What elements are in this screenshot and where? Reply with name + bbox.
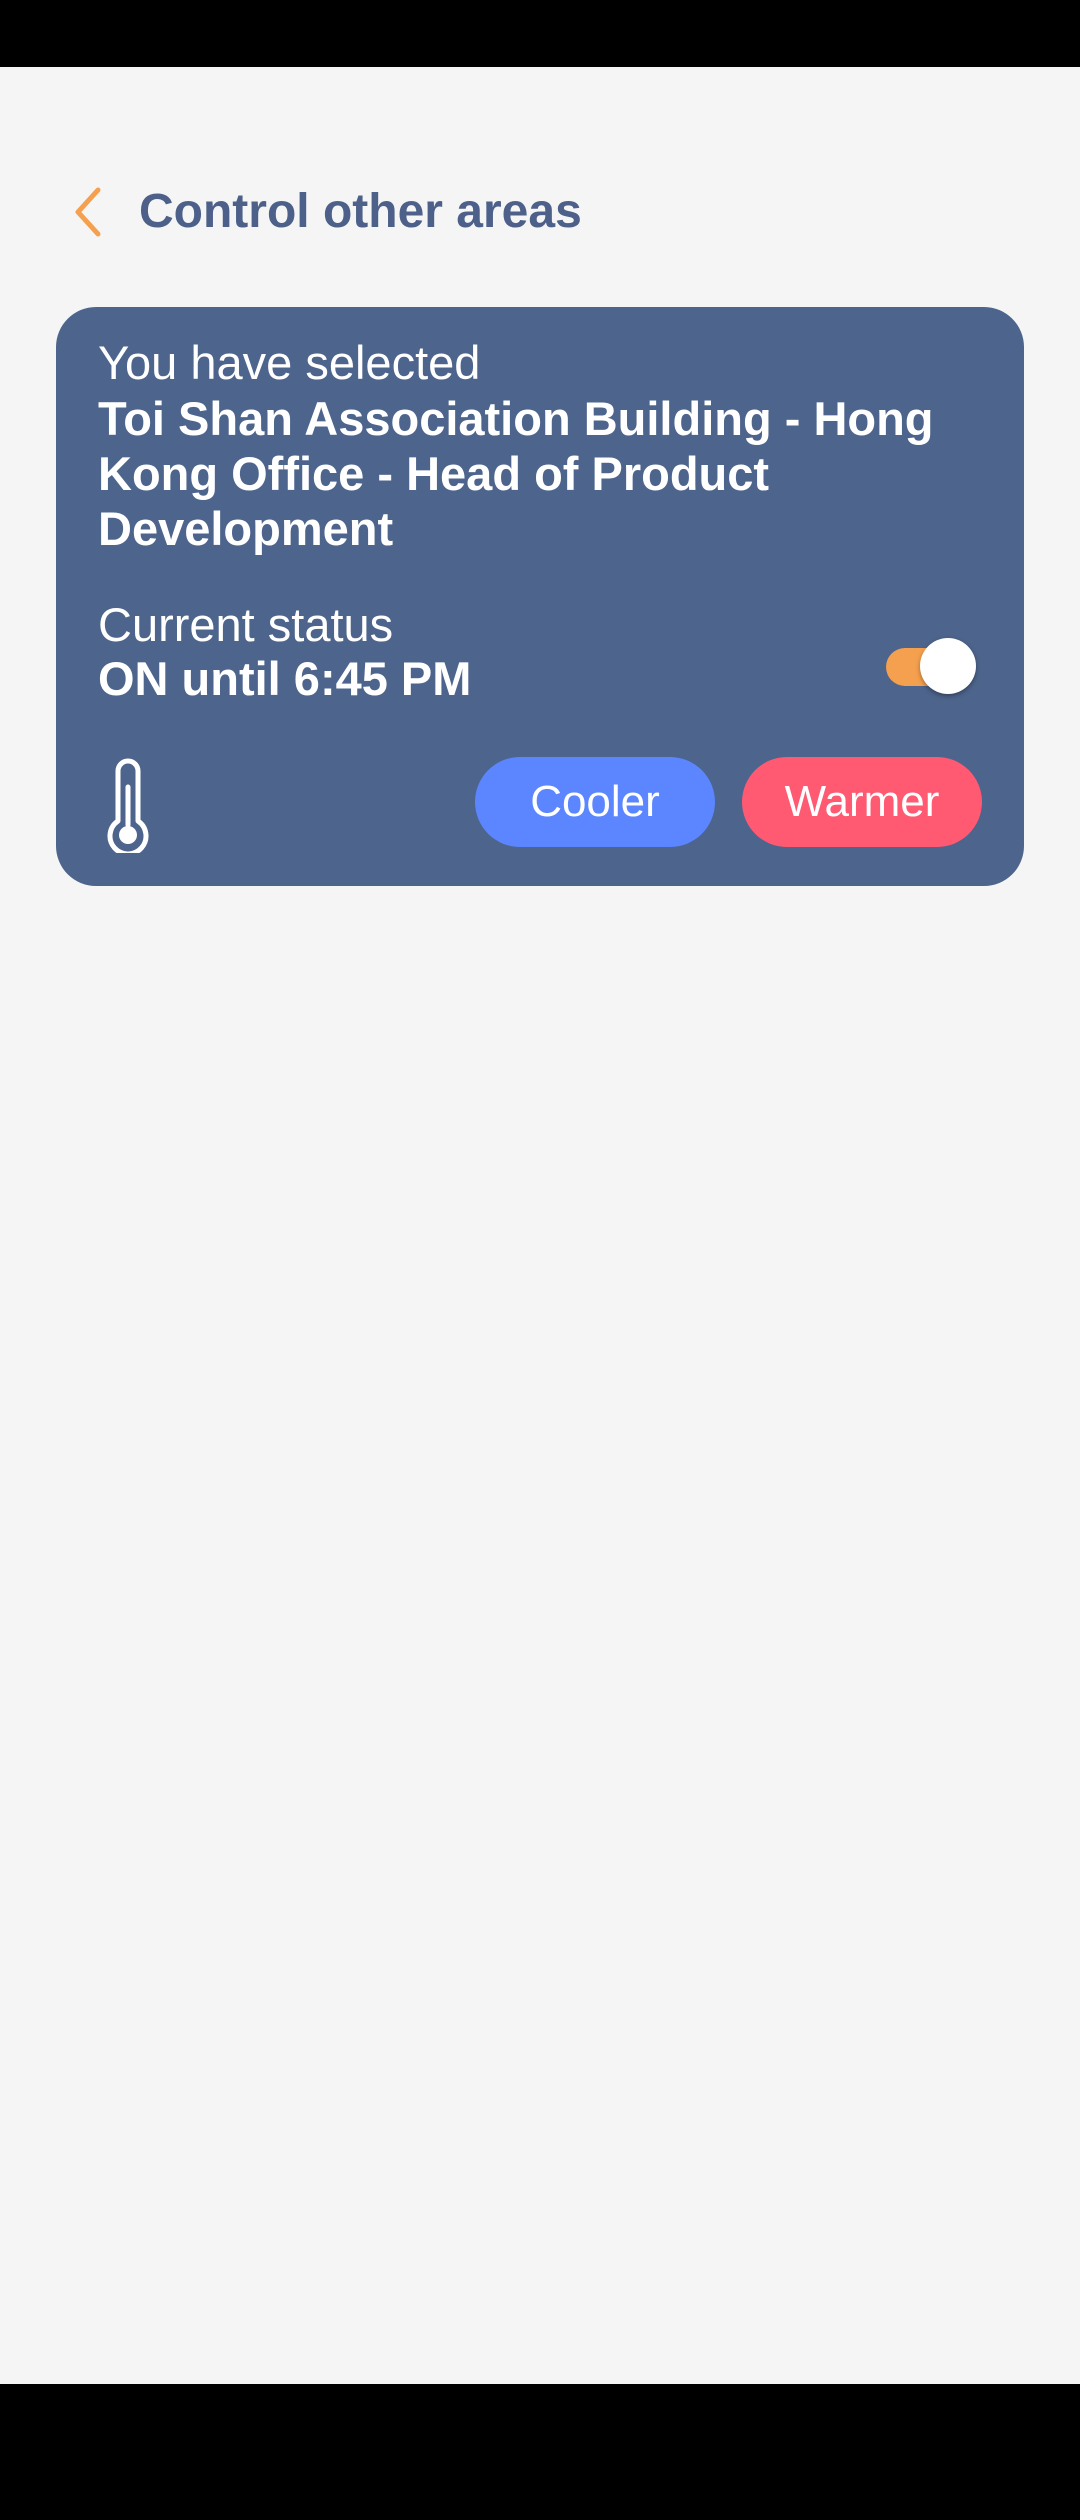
cooler-button[interactable]: Cooler [475,757,715,847]
chevron-left-icon [75,187,101,237]
selected-area-name: Toi Shan Association Building - Hong Kon… [98,392,934,555]
toggle-thumb [920,638,976,694]
navigation-bar [0,2384,1080,2520]
warmer-button[interactable]: Warmer [742,757,982,847]
thermometer-icon [98,757,158,857]
selected-area-card: You have selected Toi Shan Association B… [56,307,1024,886]
status-bar [0,0,1080,67]
screen: Control other areas You have selected To… [0,67,1080,2384]
back-button[interactable] [58,182,118,242]
status-label: Current status [98,598,394,651]
status-value: ON until 6:45 PM [98,652,472,705]
selected-label: You have selected [98,336,481,389]
page-title: Control other areas [139,185,582,238]
status-toggle[interactable] [880,631,980,694]
header: Control other areas [0,152,1080,272]
